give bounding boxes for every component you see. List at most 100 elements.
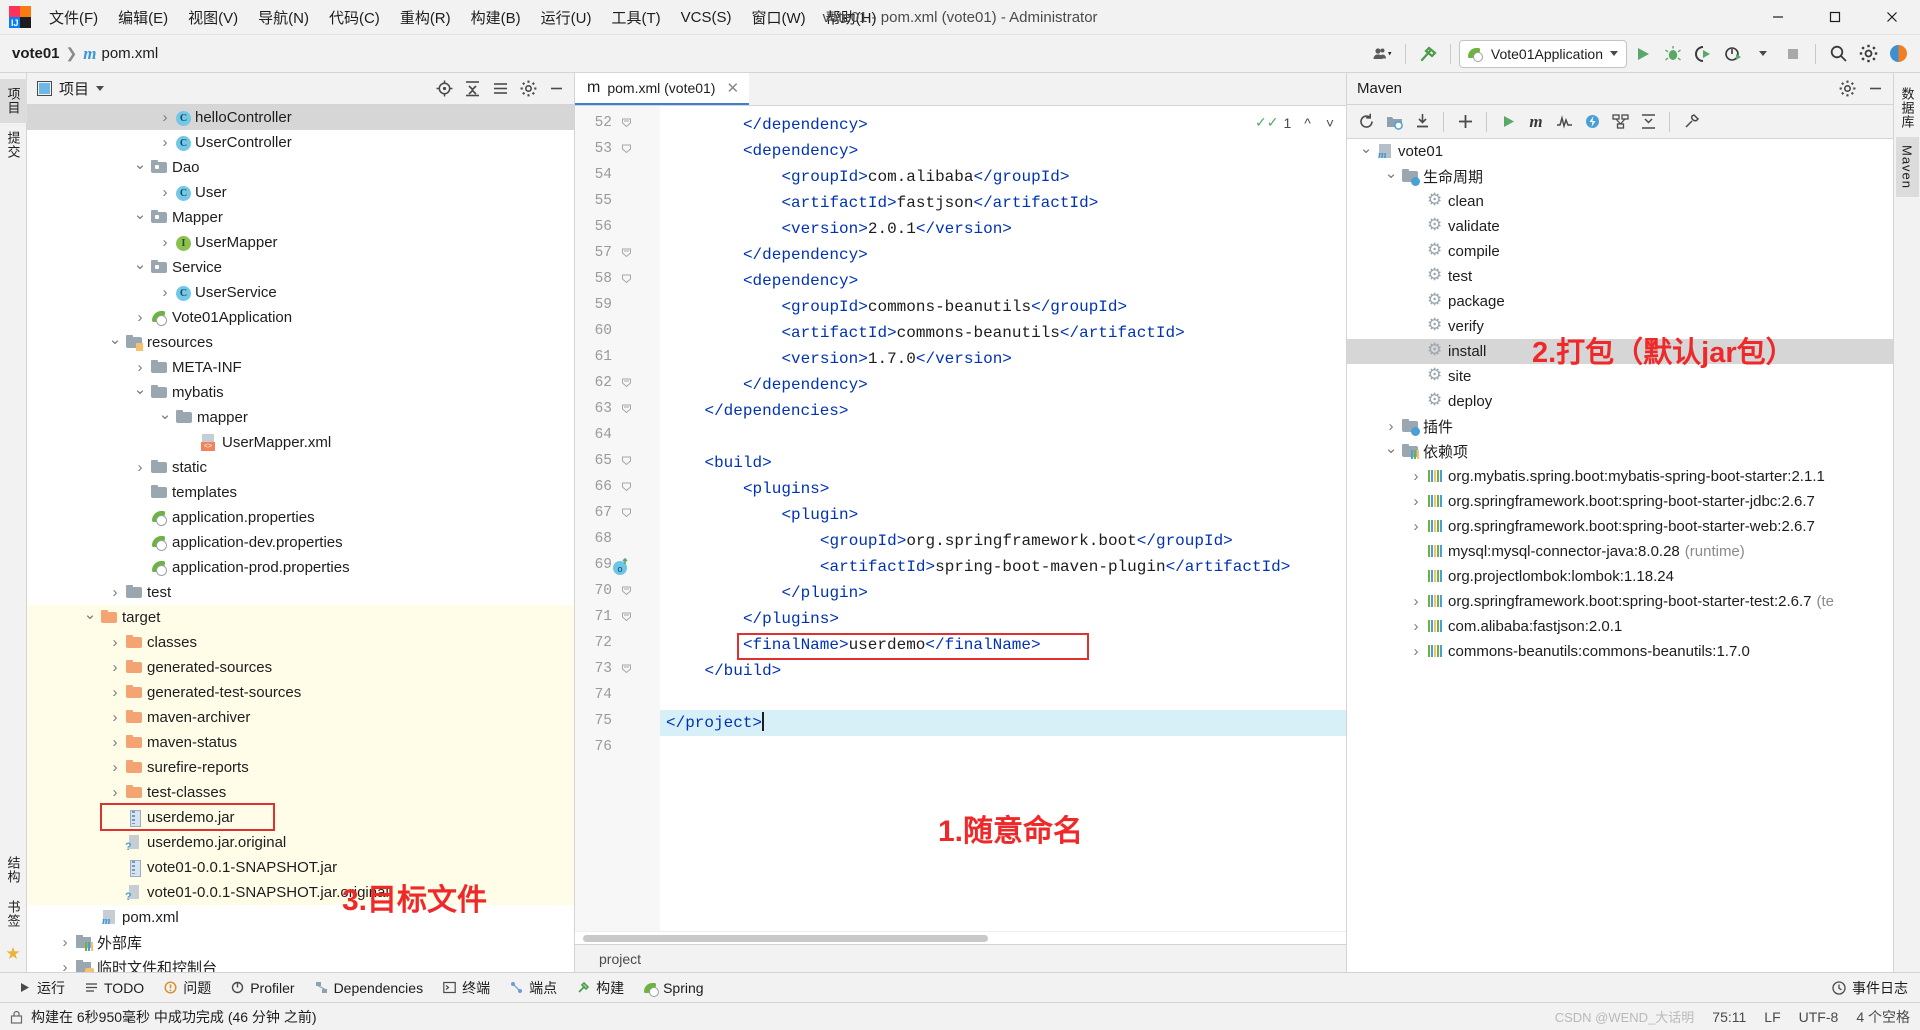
debug-icon[interactable]	[1659, 40, 1687, 68]
tree-row[interactable]: pom.xml	[27, 905, 574, 930]
tree-row[interactable]: › static	[27, 455, 574, 480]
code-line[interactable]: </project>	[666, 710, 764, 736]
chevron-right-icon[interactable]: ›	[1409, 618, 1423, 635]
tree-row[interactable]: ⌄ Dao	[27, 155, 574, 180]
hide-icon[interactable]	[1863, 77, 1887, 101]
add-maven-project-icon[interactable]	[1381, 109, 1407, 135]
editor-horizontal-scrollbar[interactable]	[575, 931, 1346, 944]
code-line[interactable]: <artifactId>spring-boot-maven-plugin</ar…	[820, 554, 1290, 580]
maximize-button[interactable]	[1806, 0, 1863, 34]
favorites-star-icon[interactable]: ★	[5, 944, 20, 964]
fold-expand-icon[interactable]	[621, 481, 632, 495]
chevron-right-icon[interactable]: ›	[108, 634, 122, 651]
tree-row[interactable]: › generated-sources	[27, 655, 574, 680]
hammer-icon[interactable]	[1414, 40, 1442, 68]
execute-maven-goal-icon[interactable]: m	[1523, 109, 1549, 135]
tree-row[interactable]: vote01-0.0.1-SNAPSHOT.jar.original	[27, 880, 574, 905]
tree-row[interactable]: › C User	[27, 180, 574, 205]
editor-breadcrumb[interactable]: project	[575, 944, 1346, 972]
chevron-right-icon[interactable]: ›	[133, 359, 147, 376]
chevron-down-icon[interactable]: ⌄	[1384, 441, 1398, 458]
chevron-right-icon[interactable]: ›	[108, 759, 122, 776]
chevron-down-icon[interactable]: ⌄	[133, 157, 147, 174]
add-icon[interactable]	[1452, 109, 1478, 135]
tree-row[interactable]: application-dev.properties	[27, 530, 574, 555]
tool-tab-project[interactable]: 项目	[0, 79, 27, 123]
tree-row[interactable]: › test-classes	[27, 780, 574, 805]
tree-row[interactable]: › META-INF	[27, 355, 574, 380]
code-line[interactable]: </plugin>	[781, 580, 867, 606]
menu-tools[interactable]: 工具(T)	[601, 3, 670, 32]
maven-tree[interactable]: ⌄vote01⌄生命周期cleanvalidatecompiletestpack…	[1347, 139, 1893, 972]
chevron-right-icon[interactable]: ›	[1409, 643, 1423, 660]
scrollbar-thumb[interactable]	[583, 935, 988, 942]
chevron-right-icon[interactable]: ›	[1409, 518, 1423, 535]
tree-row[interactable]: ⌄ Mapper	[27, 205, 574, 230]
fold-expand-icon[interactable]	[621, 273, 632, 287]
project-tree[interactable]: › ChelloController › C UserController ⌄ Dao › C U…	[27, 105, 574, 972]
caret-position[interactable]: 75:11	[1712, 1009, 1746, 1025]
download-sources-icon[interactable]	[1409, 109, 1435, 135]
line-separator[interactable]: LF	[1764, 1009, 1780, 1025]
collapse-all-icon[interactable]	[460, 77, 484, 101]
project-panel-title[interactable]: 项目	[37, 78, 105, 99]
tree-row[interactable]: userdemo.jar.original	[27, 830, 574, 855]
maven-tree-row[interactable]: package	[1347, 289, 1893, 314]
chevron-right-icon[interactable]: ›	[108, 784, 122, 801]
menu-file[interactable]: 文件(F)	[39, 3, 108, 32]
maven-tree-row[interactable]: › 插件	[1347, 414, 1893, 439]
maven-tree-row[interactable]: › commons-beanutils:commons-beanutils:1.7…	[1347, 639, 1893, 664]
event-log-button[interactable]: 事件日志	[1832, 978, 1920, 998]
tree-row[interactable]: › I UserMapper	[27, 230, 574, 255]
tree-row[interactable]: › 临时文件和控制台	[27, 955, 574, 972]
menu-build[interactable]: 构建(B)	[461, 3, 531, 32]
chevron-right-icon[interactable]: ›	[108, 584, 122, 601]
tree-row[interactable]: › maven-status	[27, 730, 574, 755]
bottom-tab-spring[interactable]: Spring	[634, 977, 713, 999]
stop-icon[interactable]	[1779, 40, 1807, 68]
bottom-tab-terminal[interactable]: 终端	[433, 975, 500, 1001]
chevron-right-icon[interactable]: ›	[108, 684, 122, 701]
chevron-right-icon[interactable]: ›	[58, 959, 72, 972]
chevron-right-icon[interactable]: ›	[108, 659, 122, 676]
person-dropdown-icon[interactable]	[1369, 40, 1397, 68]
code-line[interactable]: <artifactId>fastjson</artifactId>	[781, 190, 1098, 216]
file-encoding[interactable]: UTF-8	[1799, 1009, 1839, 1025]
breadcrumb-project[interactable]: vote01	[12, 45, 60, 62]
chevron-right-icon[interactable]: ›	[158, 109, 172, 126]
run-configuration-selector[interactable]: Vote01Application	[1458, 39, 1627, 68]
chevron-right-icon[interactable]: ›	[158, 134, 172, 151]
breadcrumb-file[interactable]: pom.xml	[102, 45, 159, 62]
code-line[interactable]: <groupId>com.alibaba</groupId>	[781, 164, 1069, 190]
code-line[interactable]: </dependency>	[743, 112, 868, 138]
run-icon[interactable]	[1629, 40, 1657, 68]
bottom-tab-build[interactable]: 构建	[567, 975, 634, 1001]
tree-row[interactable]: ⌄ mybatis	[27, 380, 574, 405]
tree-row[interactable]: › maven-archiver	[27, 705, 574, 730]
fold-collapse-icon[interactable]	[621, 377, 632, 391]
chevron-down-icon[interactable]	[1749, 40, 1777, 68]
search-icon[interactable]	[1824, 40, 1852, 68]
settings-icon[interactable]	[516, 77, 540, 101]
tool-tab-structure[interactable]: 结构	[0, 848, 27, 892]
maven-tree-row[interactable]: org.projectlombok:lombok:1.18.24	[1347, 564, 1893, 589]
maven-tree-row[interactable]: › com.alibaba:fastjson:2.0.1	[1347, 614, 1893, 639]
tree-row[interactable]: application.properties	[27, 505, 574, 530]
menu-refactor[interactable]: 重构(R)	[390, 3, 461, 32]
tool-tab-database[interactable]: 数据库	[1894, 79, 1920, 137]
close-button[interactable]	[1863, 0, 1920, 34]
chevron-down-icon[interactable]: ⌄	[133, 207, 147, 224]
reload-icon[interactable]	[1353, 109, 1379, 135]
code-line[interactable]: <dependency>	[743, 268, 858, 294]
fold-collapse-icon[interactable]	[621, 585, 632, 599]
tree-row[interactable]: UserMapper.xml	[27, 430, 574, 455]
maven-tree-row[interactable]: deploy	[1347, 389, 1893, 414]
expand-collapse-icon[interactable]	[1635, 109, 1661, 135]
fold-collapse-icon[interactable]	[621, 117, 632, 131]
tree-row[interactable]: ⌄ Service	[27, 255, 574, 280]
code-area[interactable]: </dependency> <dependency> <groupId>com.al…	[660, 106, 1346, 931]
fold-expand-icon[interactable]	[621, 143, 632, 157]
menu-window[interactable]: 窗口(W)	[741, 3, 815, 32]
code-line[interactable]: <build>	[704, 450, 771, 476]
inspection-widget[interactable]: ✓✓ 1 ^ ˅	[1255, 114, 1334, 131]
